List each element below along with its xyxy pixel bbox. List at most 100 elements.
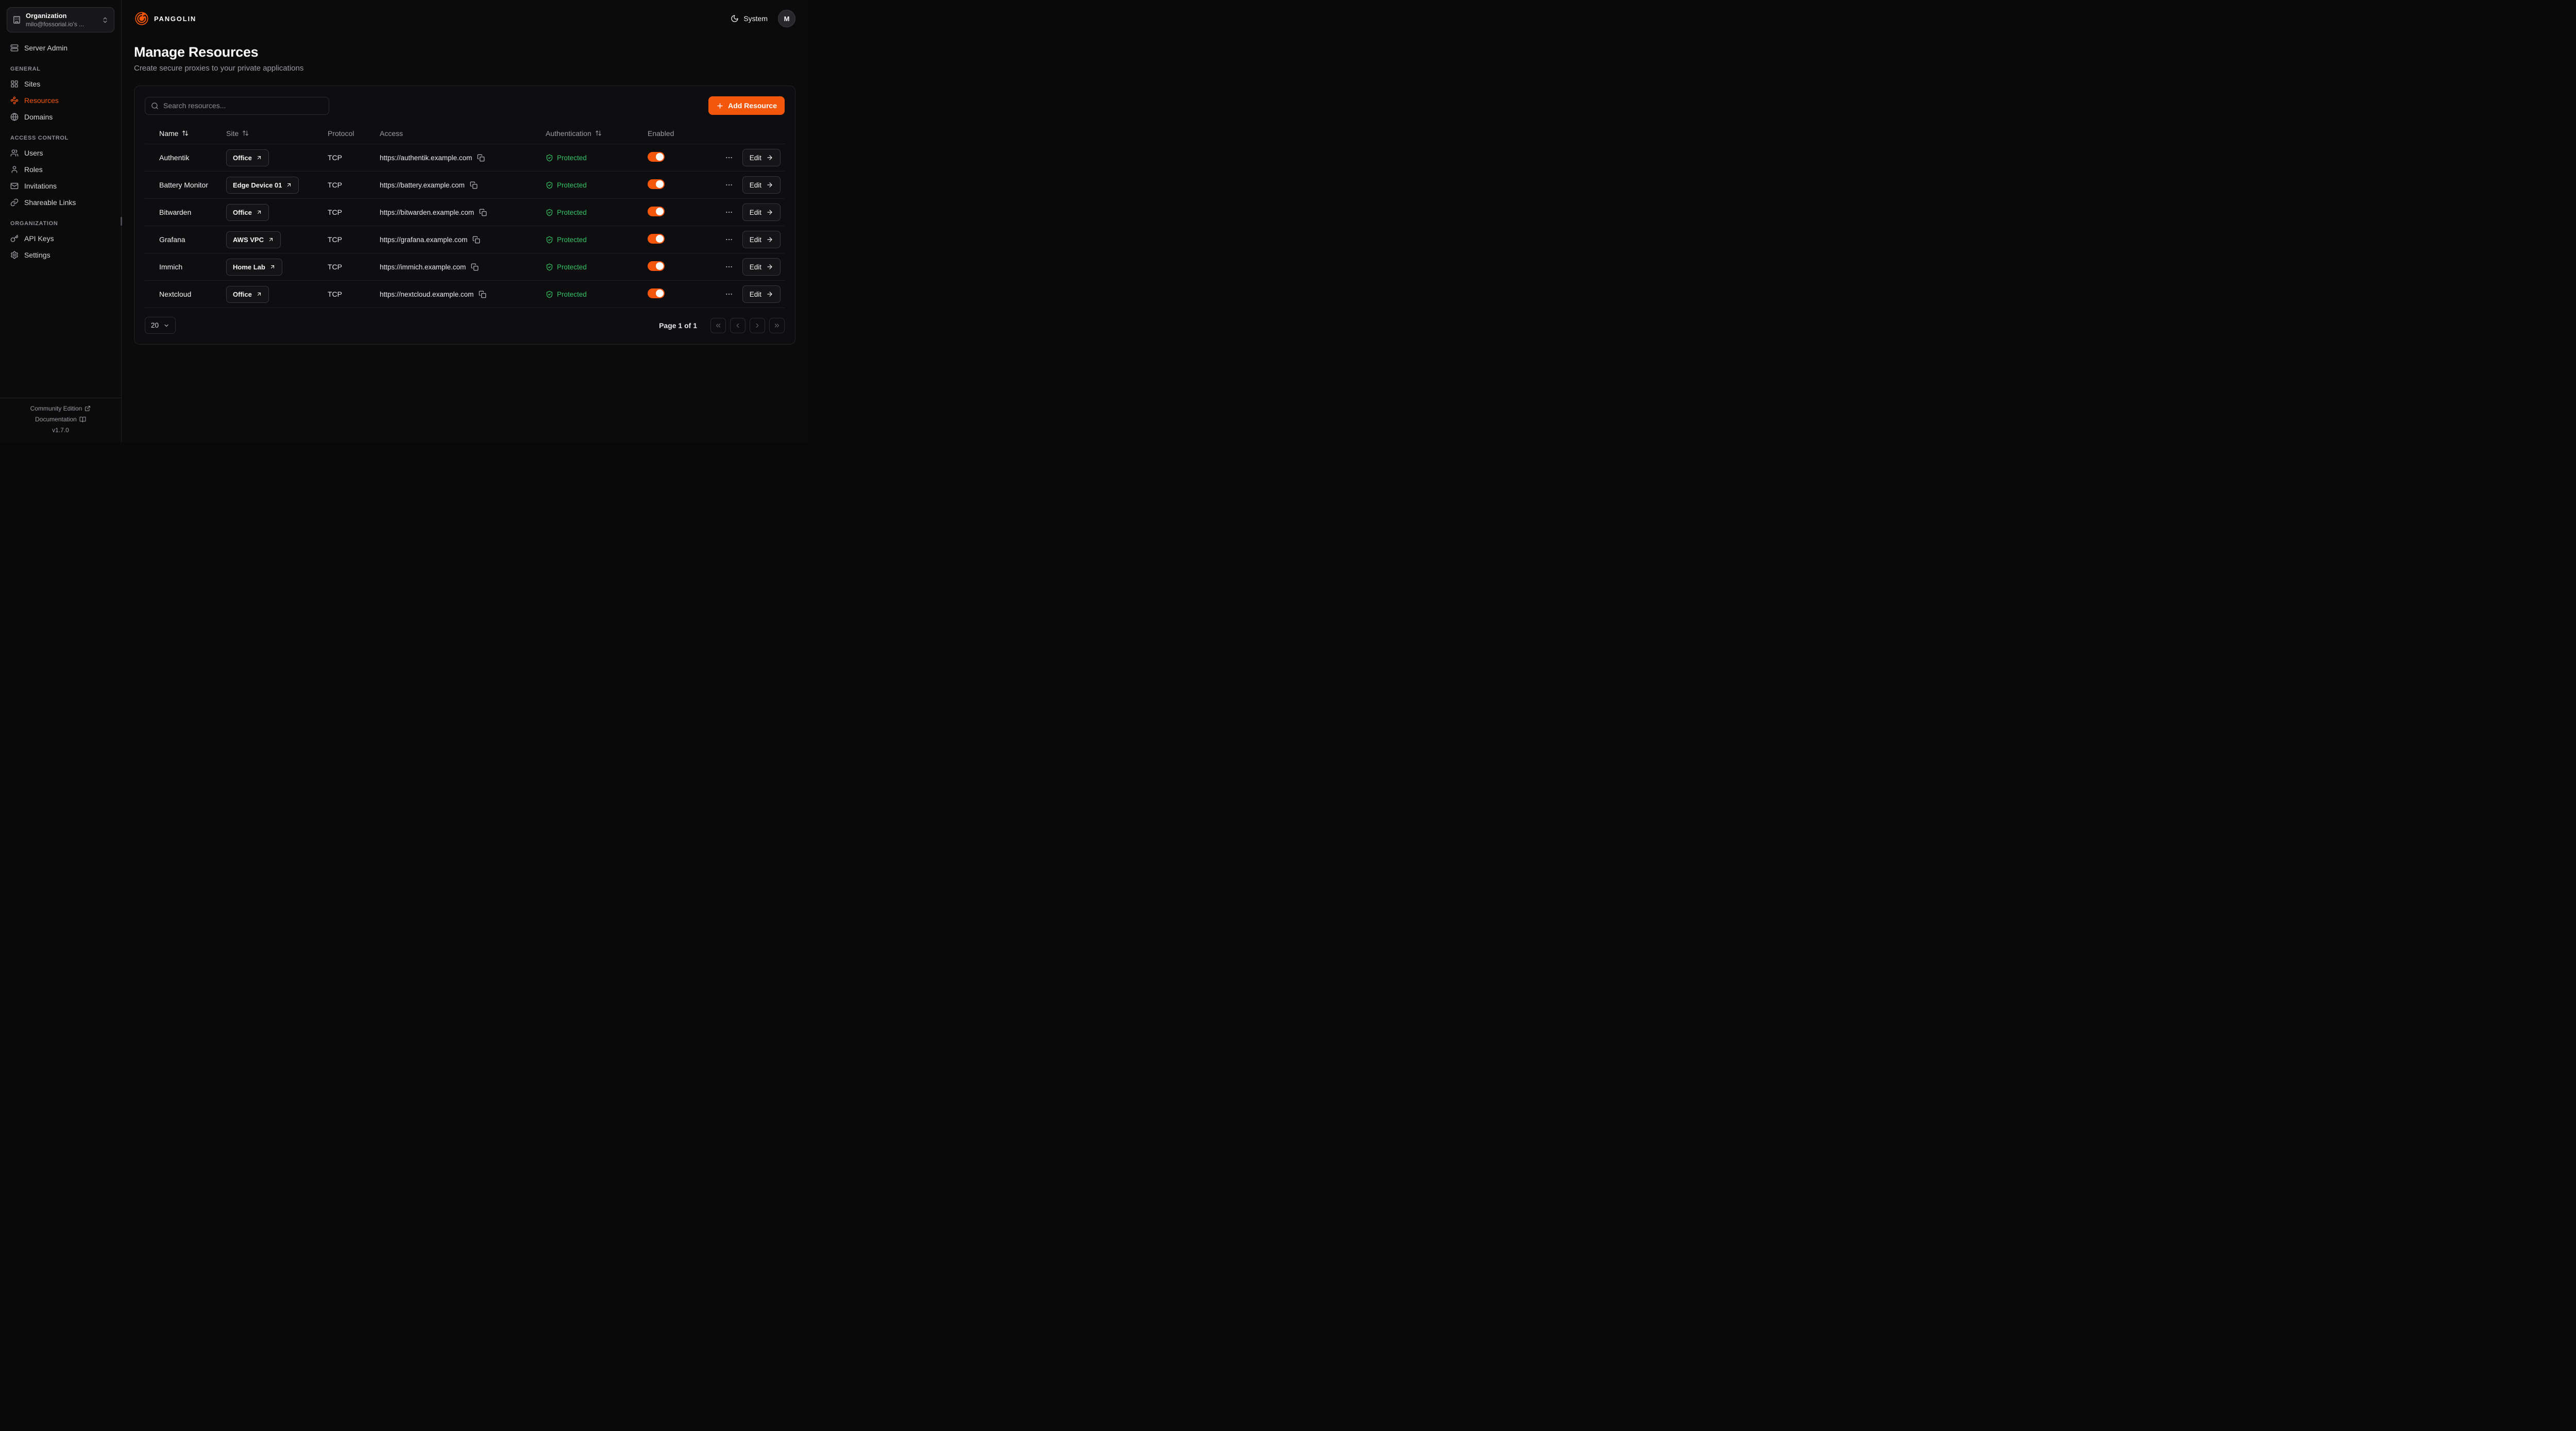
row-menu-button[interactable]: [724, 180, 734, 190]
sort-authentication-button[interactable]: Authentication: [546, 129, 602, 138]
resource-url: https://nextcloud.example.com: [380, 291, 473, 298]
resource-name: Bitwarden: [149, 208, 226, 216]
sidebar-item-resources[interactable]: Resources: [7, 92, 114, 109]
edit-button[interactable]: Edit: [742, 203, 781, 221]
enabled-toggle[interactable]: [648, 179, 665, 189]
copy-icon: [477, 154, 485, 162]
sidebar-item-label: Domains: [24, 113, 53, 121]
waypoints-icon: [10, 96, 19, 105]
gear-icon: [10, 251, 19, 259]
table-row: Grafana AWS VPC TCP https://grafana.exam…: [145, 226, 785, 253]
sidebar-item-users[interactable]: Users: [7, 145, 114, 161]
toggle-knob: [656, 180, 664, 188]
auth-status: Protected: [557, 181, 587, 189]
chevrons-left-icon: [715, 322, 722, 329]
sidebar-resize-handle[interactable]: [121, 217, 122, 226]
chevrons-up-down-icon: [101, 16, 109, 24]
site-link[interactable]: AWS VPC: [226, 231, 281, 248]
sidebar-item-shareable-links[interactable]: Shareable Links: [7, 194, 114, 211]
edit-button[interactable]: Edit: [742, 258, 781, 276]
auth-status: Protected: [557, 291, 587, 298]
documentation-link[interactable]: Documentation: [35, 416, 86, 423]
site-link[interactable]: Home Lab: [226, 259, 282, 276]
sort-icon: [242, 130, 249, 137]
copy-url-button[interactable]: [479, 291, 486, 298]
sidebar-item-invitations[interactable]: Invitations: [7, 178, 114, 194]
ellipsis-icon: [725, 181, 733, 189]
row-menu-button[interactable]: [724, 234, 734, 245]
shield-check-icon: [546, 209, 553, 216]
enabled-toggle[interactable]: [648, 152, 665, 162]
chevrons-right-icon: [773, 322, 781, 329]
search-box: [145, 97, 329, 115]
copy-url-button[interactable]: [470, 181, 478, 189]
sidebar-item-server-admin[interactable]: Server Admin: [7, 40, 114, 56]
arrow-up-right-icon: [256, 155, 262, 161]
chevron-right-icon: [754, 322, 761, 329]
community-edition-link[interactable]: Community Edition: [30, 405, 91, 412]
site-link[interactable]: Office: [226, 286, 269, 303]
resource-name: Authentik: [149, 154, 226, 162]
row-menu-button[interactable]: [724, 152, 734, 163]
site-link[interactable]: Office: [226, 149, 269, 166]
moon-icon: [731, 14, 739, 23]
page-size-select[interactable]: 20: [145, 317, 176, 334]
copy-url-button[interactable]: [477, 154, 485, 162]
site-link[interactable]: Office: [226, 204, 269, 221]
resource-protocol: TCP: [328, 154, 380, 162]
resource-protocol: TCP: [328, 235, 380, 244]
avatar[interactable]: M: [778, 10, 795, 27]
sort-icon: [182, 130, 189, 137]
enabled-toggle[interactable]: [648, 234, 665, 244]
search-input[interactable]: [163, 101, 323, 110]
copy-url-button[interactable]: [472, 236, 480, 244]
sidebar-item-settings[interactable]: Settings: [7, 247, 114, 263]
row-menu-button[interactable]: [724, 289, 734, 299]
edit-button[interactable]: Edit: [742, 149, 781, 166]
next-page-button[interactable]: [750, 318, 765, 333]
first-page-button[interactable]: [710, 318, 726, 333]
link-icon: [10, 198, 19, 207]
brand-name: PANGOLIN: [154, 15, 196, 23]
sidebar-item-label: Server Admin: [24, 44, 67, 52]
row-menu-button[interactable]: [724, 262, 734, 272]
sort-site-button[interactable]: Site: [226, 129, 249, 138]
enabled-toggle[interactable]: [648, 288, 665, 298]
arrow-right-icon: [766, 236, 773, 243]
copy-url-button[interactable]: [471, 263, 479, 271]
toggle-knob: [656, 262, 664, 270]
row-menu-button[interactable]: [724, 207, 734, 217]
sidebar-item-label: Sites: [24, 80, 40, 88]
sidebar: Organization milo@fossorial.io's ... Ser…: [0, 0, 122, 442]
sidebar-item-label: Users: [24, 149, 43, 157]
resource-url: https://bitwarden.example.com: [380, 209, 474, 216]
enabled-toggle[interactable]: [648, 207, 665, 216]
sidebar-item-api-keys[interactable]: API Keys: [7, 230, 114, 247]
building-icon: [12, 15, 21, 24]
copy-url-button[interactable]: [479, 209, 487, 216]
sidebar-item-domains[interactable]: Domains: [7, 109, 114, 125]
org-selector[interactable]: Organization milo@fossorial.io's ...: [7, 7, 114, 32]
app-root: Organization milo@fossorial.io's ... Ser…: [0, 0, 808, 442]
toggle-knob: [656, 208, 664, 215]
edit-button[interactable]: Edit: [742, 231, 781, 248]
edit-button[interactable]: Edit: [742, 176, 781, 194]
add-resource-button[interactable]: Add Resource: [708, 96, 785, 115]
sidebar-item-label: Settings: [24, 251, 50, 259]
last-page-button[interactable]: [769, 318, 785, 333]
prev-page-button[interactable]: [730, 318, 745, 333]
ellipsis-icon: [725, 154, 733, 162]
theme-toggle[interactable]: System: [731, 14, 768, 23]
edit-button[interactable]: Edit: [742, 285, 781, 303]
sort-name-button[interactable]: Name: [159, 129, 189, 138]
enabled-toggle[interactable]: [648, 261, 665, 271]
pagination: Page 1 of 1: [659, 318, 785, 333]
site-link[interactable]: Edge Device 01: [226, 177, 299, 194]
plus-icon: [716, 102, 724, 110]
sidebar-item-sites[interactable]: Sites: [7, 76, 114, 92]
column-header-protocol: Protocol: [328, 129, 380, 138]
resource-url: https://authentik.example.com: [380, 154, 472, 162]
toggle-knob: [656, 235, 664, 243]
copy-icon: [472, 236, 480, 244]
sidebar-item-roles[interactable]: Roles: [7, 161, 114, 178]
